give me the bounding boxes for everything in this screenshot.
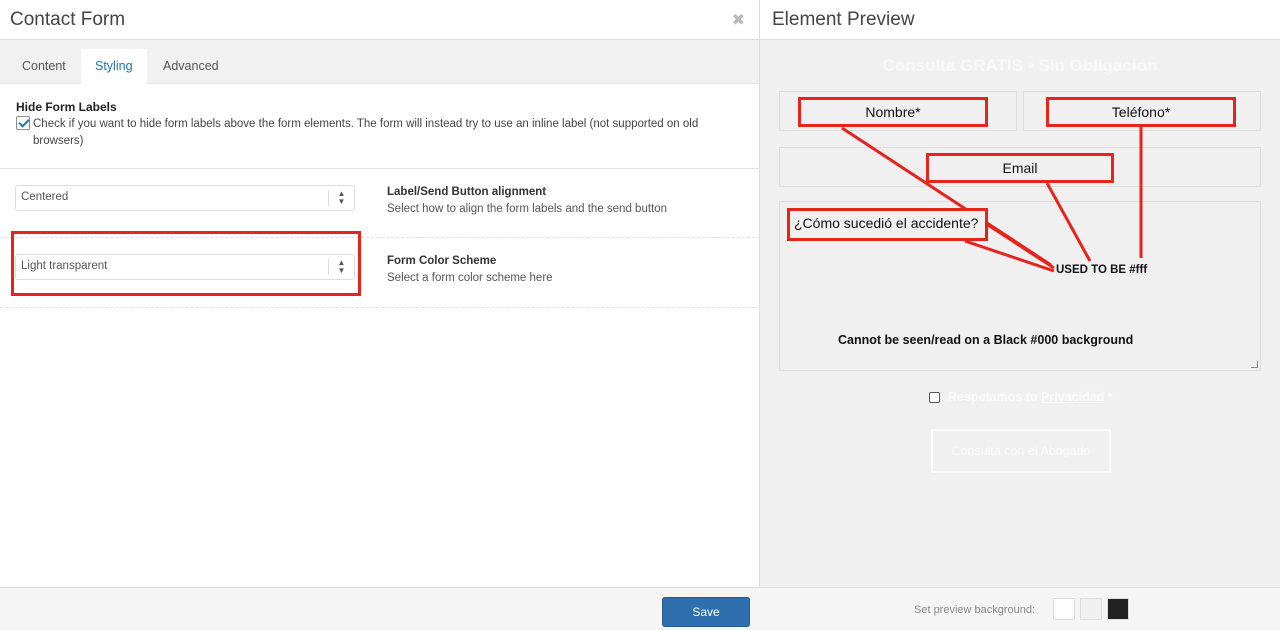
privacy-checkbox[interactable] [929, 392, 940, 403]
alignment-title: Label/Send Button alignment [387, 186, 547, 198]
close-icon[interactable]: ✖ [732, 10, 745, 30]
color-scheme-title: Form Color Scheme [387, 255, 497, 267]
alignment-select[interactable]: Centered ▲ ▼ [15, 185, 355, 211]
privacy-link[interactable]: Privacidad [1041, 390, 1104, 404]
annotation-highlight-box [11, 231, 361, 296]
panel-footer: Save [0, 587, 760, 630]
tab-styling[interactable]: Styling [81, 49, 147, 84]
submit-button[interactable]: Consulta con el Abogado [931, 429, 1111, 473]
color-scheme-description: Select a form color scheme here [387, 272, 553, 284]
arrow-line-email [1045, 182, 1092, 262]
swatch-black[interactable] [1107, 598, 1129, 620]
annotation-arrows [841, 126, 1143, 273]
alignment-description: Select how to align the form labels and … [387, 203, 668, 215]
question-label-highlight: ¿Cómo sucedió el accidente? [787, 208, 988, 241]
email-label-highlight: Email [926, 153, 1114, 183]
panel-header: Contact Form ✖ [0, 0, 759, 40]
hide-labels-description: Check if you want to hide form labels ab… [33, 118, 699, 147]
arrow-line-question-2 [964, 239, 1055, 273]
tab-bar: Content Styling Advanced [0, 40, 759, 84]
save-button[interactable]: Save [662, 597, 750, 627]
hide-labels-checkbox[interactable] [16, 116, 30, 130]
annotation-cannot-be-seen: Cannot be seen/read on a Black #000 back… [838, 333, 1134, 347]
hide-labels-section: Hide Form Labels Check if you want to hi… [0, 85, 760, 169]
alignment-section: Centered ▲ ▼ Label/Send Button alignment … [0, 170, 760, 238]
preview-footer: Set preview background: [760, 587, 1280, 630]
alignment-select-value: Centered [21, 191, 69, 203]
swatch-light-gray[interactable] [1080, 598, 1102, 620]
nombre-label-highlight: Nombre* [798, 97, 988, 127]
panel-title: Contact Form [10, 9, 126, 30]
contact-form-settings-panel: Contact Form ✖ Content Styling Advanced … [0, 0, 760, 630]
privacy-suffix: * [1104, 390, 1113, 404]
arrow-line-question-1 [987, 223, 1055, 270]
privacy-prefix: Respetamos tu [948, 390, 1042, 404]
swatch-white[interactable] [1053, 598, 1075, 620]
tab-content[interactable]: Content [8, 49, 80, 84]
element-preview-panel: Element Preview Consulta GRATIS • Sin Ob… [760, 0, 1280, 630]
preview-background-label: Set preview background: [914, 604, 1036, 616]
telefono-label-highlight: Teléfono* [1046, 97, 1236, 127]
tab-advanced[interactable]: Advanced [149, 49, 233, 84]
privacy-label: Respetamos tu Privacidad * [948, 390, 1113, 404]
hide-labels-title: Hide Form Labels [16, 100, 117, 114]
annotation-used-to-be: USED TO BE #fff [1056, 264, 1148, 276]
select-arrows-icon: ▲ ▼ [328, 190, 354, 206]
